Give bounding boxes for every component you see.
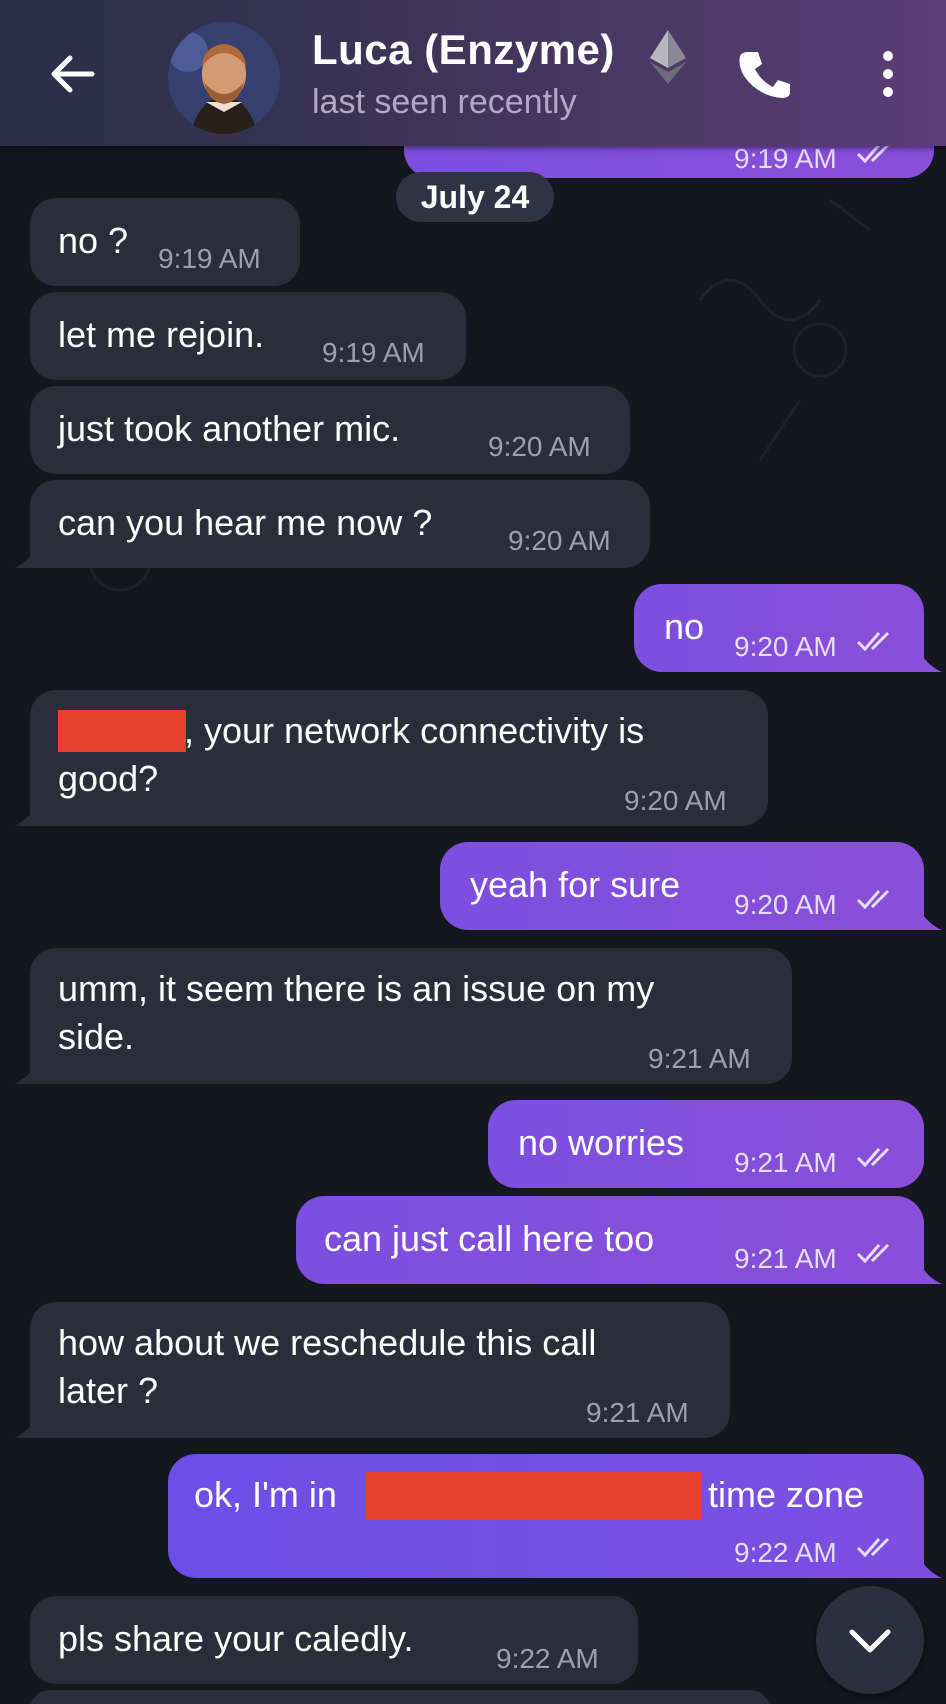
message-text: can you hear me now ?: [58, 502, 433, 543]
message-text: just took another mic.: [58, 408, 401, 449]
outgoing-message[interactable]: yeah for sure 9:20 AM: [440, 842, 924, 930]
incoming-message[interactable]: can you hear me now ? 9:20 AM: [30, 480, 650, 568]
message-text: no ?: [58, 220, 129, 261]
message-text-line1: how about we reschedule this call: [58, 1322, 597, 1363]
message-text: no worries: [518, 1122, 685, 1163]
message-text: no: [664, 606, 705, 647]
message-time: 9:19 AM: [158, 243, 261, 274]
message-time: 9:20 AM: [624, 785, 727, 816]
message-text: pls share your caledly.: [58, 1618, 414, 1659]
incoming-message-partial[interactable]: [30, 1690, 770, 1704]
message-text-line2: later ?: [58, 1370, 159, 1411]
incoming-message[interactable]: umm, it seem there is an issue on my sid…: [30, 948, 792, 1084]
outgoing-message[interactable]: no 9:20 AM: [634, 584, 924, 672]
incoming-message[interactable]: how about we reschedule this call later …: [30, 1302, 730, 1438]
back-arrow-icon[interactable]: [46, 48, 98, 100]
message-time: 9:21 AM: [734, 1147, 837, 1178]
incoming-message[interactable]: just took another mic. 9:20 AM: [30, 386, 630, 474]
message-text-line2: side.: [58, 1016, 135, 1057]
message-time: 9:22 AM: [496, 1643, 599, 1674]
more-vertical-icon[interactable]: [870, 46, 906, 102]
message-text-part2: time zone: [708, 1474, 865, 1515]
message-text: yeah for sure: [470, 864, 681, 905]
incoming-message[interactable]: , your network connectivity is good? 9:2…: [30, 690, 768, 826]
redaction-box: [366, 1472, 702, 1520]
phone-icon[interactable]: [734, 46, 790, 102]
incoming-message[interactable]: no ? 9:19 AM: [30, 198, 300, 286]
chevron-down-icon: [849, 1629, 891, 1653]
double-check-icon: [856, 1537, 890, 1558]
outgoing-message[interactable]: ok, I'm in time zone 9:22 AM: [168, 1454, 924, 1578]
message-text-line2: good?: [58, 758, 159, 799]
message-text-line1: , your network connectivity is: [184, 710, 645, 751]
date-separator: July 24: [396, 172, 554, 222]
message-time: 9:20 AM: [734, 631, 837, 662]
bubble-tail: [920, 1558, 942, 1578]
bubble-tail: [920, 1264, 942, 1284]
double-check-icon: [856, 889, 890, 910]
incoming-message[interactable]: pls share your caledly. 9:22 AM: [30, 1596, 638, 1684]
message-time: 9:20 AM: [734, 889, 837, 920]
message-text: let me rejoin.: [58, 314, 265, 355]
ethereum-icon: [650, 30, 686, 84]
redaction-box: [58, 710, 186, 752]
chat-title[interactable]: Luca (Enzyme): [312, 26, 615, 74]
message-text-part1: ok, I'm in: [194, 1474, 337, 1515]
chat-header: Luca (Enzyme) last seen recently: [0, 0, 946, 146]
bubble-tail: [14, 548, 36, 568]
message-time: 9:21 AM: [734, 1243, 837, 1274]
chat-screen: 9:19 AM Luca (Enzyme) last seen recently: [0, 0, 946, 1704]
bubble-tail: [920, 652, 942, 672]
message-time: 9:19 AM: [322, 337, 425, 368]
message-time: 9:21 AM: [648, 1043, 751, 1074]
last-seen-status: last seen recently: [312, 83, 577, 121]
outgoing-message[interactable]: can just call here too 9:21 AM: [296, 1196, 924, 1284]
incoming-message[interactable]: let me rejoin. 9:19 AM: [30, 292, 466, 380]
bubble-tail: [14, 1418, 36, 1438]
double-check-icon: [856, 1243, 890, 1264]
message-time: 9:20 AM: [488, 431, 591, 462]
message-text-line1: umm, it seem there is an issue on my: [58, 968, 655, 1009]
bubble-tail: [14, 806, 36, 826]
message-text: can just call here too: [324, 1218, 655, 1259]
message-time: 9:21 AM: [586, 1397, 689, 1428]
bubble-tail: [920, 910, 942, 930]
avatar[interactable]: [168, 22, 280, 134]
message-time: 9:22 AM: [734, 1537, 837, 1568]
double-check-icon: [856, 631, 890, 652]
double-check-icon: [856, 1147, 890, 1168]
outgoing-message[interactable]: no worries 9:21 AM: [488, 1100, 924, 1188]
scroll-to-bottom-button[interactable]: [816, 1586, 924, 1694]
bubble-tail: [14, 1064, 36, 1084]
message-time: 9:20 AM: [508, 525, 611, 556]
